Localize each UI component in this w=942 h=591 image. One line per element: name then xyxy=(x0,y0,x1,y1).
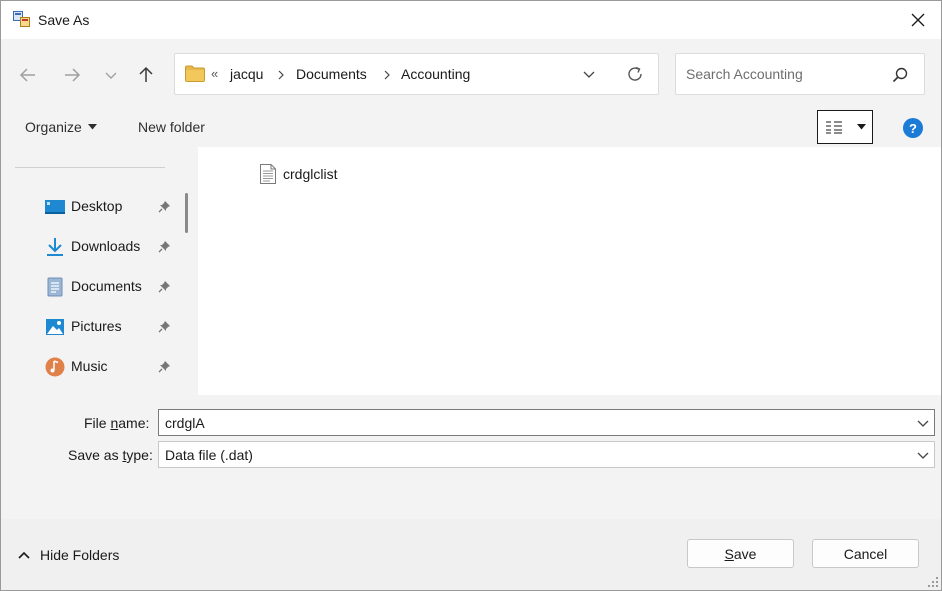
cancel-button[interactable]: Cancel xyxy=(812,539,919,568)
label-part: ype: xyxy=(126,447,153,463)
up-button[interactable] xyxy=(134,63,158,87)
back-arrow-icon xyxy=(19,68,35,82)
desktop-icon xyxy=(45,200,65,214)
file-name-value[interactable]: crdglA xyxy=(165,415,205,431)
label-part: ame: xyxy=(118,415,150,431)
pin-icon[interactable] xyxy=(158,200,171,213)
help-button[interactable]: ? xyxy=(903,118,923,138)
save-as-type-select[interactable]: Data file (.dat) xyxy=(158,441,935,468)
list-item[interactable]: crdglclist xyxy=(260,163,380,185)
breadcrumb-accounting[interactable]: Accounting xyxy=(401,66,470,82)
breadcrumb-separator-icon[interactable] xyxy=(277,70,285,80)
chevron-down-icon[interactable] xyxy=(917,449,929,461)
folder-icon xyxy=(185,65,205,82)
sidebar-item-label: Downloads xyxy=(71,238,141,254)
refresh-icon[interactable] xyxy=(626,65,644,83)
scrollbar-thumb[interactable] xyxy=(185,193,188,233)
chevron-up-icon xyxy=(18,551,30,559)
navpane-scrollbar[interactable] xyxy=(178,147,198,395)
file-list[interactable]: crdglclist xyxy=(198,147,941,395)
title-bar: Save As xyxy=(1,1,941,39)
text-file-icon xyxy=(260,164,276,184)
new-folder-button[interactable]: New folder xyxy=(138,119,205,135)
sidebar-item-music[interactable]: Music xyxy=(1,347,178,387)
organize-button[interactable]: Organize xyxy=(25,119,97,135)
save-label: ave xyxy=(733,545,757,562)
search-icon[interactable] xyxy=(892,67,908,83)
pin-icon[interactable] xyxy=(158,320,171,333)
search-box[interactable]: Search Accounting xyxy=(675,53,925,95)
chevron-down-icon[interactable] xyxy=(917,417,929,429)
hide-folders-label: Hide Folders xyxy=(40,547,120,563)
sidebar-item-label: Music xyxy=(71,358,108,374)
sidebar-item-pictures[interactable]: Pictures xyxy=(1,307,178,347)
dropdown-triangle-icon xyxy=(856,124,866,130)
close-icon xyxy=(911,13,925,27)
music-icon xyxy=(45,357,65,377)
up-arrow-icon xyxy=(139,66,153,82)
save-accelerator: S xyxy=(724,545,734,562)
breadcrumb-overflow[interactable]: « xyxy=(211,66,218,81)
change-view-button[interactable] xyxy=(817,110,851,144)
sidebar-item-label: Documents xyxy=(71,278,142,294)
chevron-down-icon xyxy=(105,72,117,79)
pin-icon[interactable] xyxy=(158,240,171,253)
app-icon xyxy=(13,11,30,27)
back-button[interactable] xyxy=(16,63,40,87)
sidebar-item-downloads[interactable]: Downloads xyxy=(1,227,178,267)
breadcrumb-documents[interactable]: Documents xyxy=(296,66,367,82)
save-options-panel: File name: crdglA Save as type: Data fil… xyxy=(1,395,941,590)
sidebar-item-documents[interactable]: Documents xyxy=(1,267,178,307)
save-as-dialog: Save As « jacqu Documents Accounting Sea… xyxy=(0,0,942,591)
save-as-type-label: Save as type: xyxy=(68,447,153,463)
dropdown-triangle-icon xyxy=(87,124,97,130)
file-name-label: crdglclist xyxy=(283,166,338,182)
address-dropdown-icon[interactable] xyxy=(582,67,596,81)
navigation-bar: « jacqu Documents Accounting Search Acco… xyxy=(1,39,941,109)
label-part: File xyxy=(84,415,111,431)
navigation-pane: Desktop Downloads Documents Pictures Mus… xyxy=(1,147,178,395)
hide-folders-button[interactable]: Hide Folders xyxy=(18,547,119,563)
navpane-divider xyxy=(15,167,165,168)
save-as-type-value[interactable]: Data file (.dat) xyxy=(165,447,253,463)
view-options-dropdown[interactable] xyxy=(850,110,873,144)
recent-locations-button[interactable] xyxy=(99,63,123,87)
pin-icon[interactable] xyxy=(158,280,171,293)
downloads-icon xyxy=(47,238,63,256)
search-placeholder[interactable]: Search Accounting xyxy=(686,66,803,82)
resize-grip-icon[interactable] xyxy=(927,576,939,588)
details-view-icon xyxy=(826,121,842,134)
sidebar-item-desktop[interactable]: Desktop xyxy=(1,187,178,227)
breadcrumb-separator-icon[interactable] xyxy=(383,70,391,80)
help-icon: ? xyxy=(909,120,917,136)
forward-button[interactable] xyxy=(60,63,84,87)
close-button[interactable] xyxy=(895,1,941,39)
file-name-label: File name: xyxy=(84,415,149,431)
pictures-icon xyxy=(46,319,64,335)
pin-icon[interactable] xyxy=(158,360,171,373)
file-name-input[interactable]: crdglA xyxy=(158,409,935,436)
dialog-footer: Hide Folders Save Cancel xyxy=(1,519,941,590)
documents-icon xyxy=(47,277,63,297)
save-button[interactable]: Save xyxy=(687,539,794,568)
window-title: Save As xyxy=(38,12,90,28)
sidebar-item-label: Pictures xyxy=(71,318,122,334)
breadcrumb-jacqu[interactable]: jacqu xyxy=(230,66,263,82)
sidebar-item-label: Desktop xyxy=(71,198,123,214)
forward-arrow-icon xyxy=(65,68,81,82)
address-bar[interactable]: « jacqu Documents Accounting xyxy=(174,53,659,95)
command-toolbar: Organize New folder ? xyxy=(1,109,941,147)
label-part: Save as xyxy=(68,447,123,463)
organize-label: Organize xyxy=(25,119,82,135)
